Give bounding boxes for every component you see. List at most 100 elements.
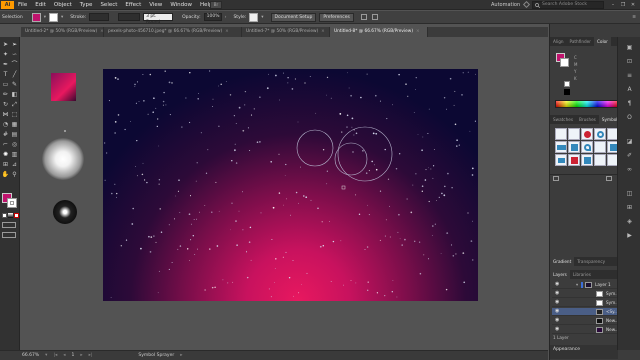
close-tab-icon[interactable]: ×	[225, 29, 229, 34]
type-tool-icon[interactable]: T	[1, 70, 10, 79]
symbol-tile[interactable]	[568, 141, 580, 153]
curvature-tool-icon[interactable]: ⌒	[10, 60, 19, 69]
close-tab-icon[interactable]: ×	[416, 29, 420, 34]
eye-icon[interactable]: ◉	[555, 300, 561, 305]
opacity-dropdown-icon[interactable]: ›	[225, 15, 227, 20]
gradient-tool-icon[interactable]: ▤	[10, 130, 19, 139]
symbol-tile[interactable]	[594, 128, 606, 140]
next-artboard-icon[interactable]: ▸	[80, 353, 82, 358]
prev-artboard-icon[interactable]: ◂	[63, 353, 65, 358]
fill-dropdown-icon[interactable]: ▾	[44, 15, 46, 20]
zoom-tool-icon[interactable]: ⚲	[10, 170, 19, 179]
menu-file[interactable]: File	[14, 0, 31, 10]
eye-icon[interactable]: ◉	[555, 282, 561, 287]
symbol-tile[interactable]	[555, 128, 567, 140]
appearance-panel-header[interactable]: Appearance	[550, 345, 618, 359]
paintbrush-tool-icon[interactable]: ✎	[10, 80, 19, 89]
eye-icon[interactable]: ◉	[555, 318, 561, 323]
expand-icon[interactable]: ▾	[576, 281, 578, 289]
artboard-number[interactable]: 1	[71, 353, 74, 358]
magic-wand-tool-icon[interactable]: ✦	[1, 50, 10, 59]
free-transform-tool-icon[interactable]: ⬚	[10, 110, 19, 119]
perspective-grid-tool-icon[interactable]: ▦	[10, 120, 19, 129]
pen-tool-icon[interactable]: ✒	[1, 60, 10, 69]
symbol-tile[interactable]	[555, 154, 567, 166]
artboards-icon[interactable]: ⊞	[625, 203, 634, 212]
symbol-tile[interactable]	[594, 154, 606, 166]
tab-transparency[interactable]: Transparency	[574, 257, 608, 266]
symbol-tile[interactable]	[594, 141, 606, 153]
symbol-tile[interactable]	[555, 141, 567, 153]
links-icon[interactable]: ∞	[625, 165, 634, 174]
image-trace-icon[interactable]: ◈	[625, 217, 634, 226]
tab-untitled-2[interactable]: Untitled-2* @ 50% (RGB/Preview) ×	[21, 27, 104, 37]
restore-icon[interactable]: ❐	[618, 0, 628, 10]
symbol-sprayer-tool-icon[interactable]: ✺	[1, 150, 10, 159]
stroke-label[interactable]: Stroke:	[70, 15, 86, 20]
symbol-tile[interactable]	[568, 154, 580, 166]
symbol-tile[interactable]	[581, 128, 593, 140]
opacity-label[interactable]: Opacity:	[182, 15, 201, 20]
transform-icon[interactable]: ⊡	[625, 57, 634, 66]
menu-edit[interactable]: Edit	[31, 0, 50, 10]
scale-tool-icon[interactable]: ⤢	[10, 100, 19, 109]
star-symbol-object[interactable]	[53, 200, 77, 224]
tab-pexels-photo[interactable]: pexels-photo-456710.jpeg* @ 66.67% (RGB/…	[104, 27, 242, 37]
line-tool-icon[interactable]: ╱	[10, 70, 19, 79]
gradient-swatch-object[interactable]	[51, 73, 76, 101]
shape-builder-tool-icon[interactable]: ◔	[1, 120, 10, 129]
eye-icon[interactable]: ◉	[555, 327, 561, 332]
blend-tool-icon[interactable]: ◎	[10, 140, 19, 149]
color-panel-stroke[interactable]	[560, 58, 569, 67]
current-tool-status[interactable]: Symbol Sprayer	[138, 353, 174, 358]
isolate-icon[interactable]	[371, 14, 378, 20]
graphic-styles-icon[interactable]: ◪	[625, 137, 634, 146]
eye-icon[interactable]: ◉	[555, 309, 561, 314]
small-dot-object[interactable]	[64, 130, 66, 132]
zoom-level[interactable]: 66.67%	[22, 353, 39, 358]
close-tab-icon[interactable]: ×	[321, 29, 325, 34]
hand-tool-icon[interactable]: ✋	[1, 170, 10, 179]
actions-icon[interactable]: ▶	[625, 231, 634, 240]
rotate-tool-icon[interactable]: ↻	[1, 100, 10, 109]
properties-icon[interactable]: ▣	[625, 43, 634, 52]
menu-window[interactable]: Window	[166, 0, 196, 10]
column-graph-tool-icon[interactable]: ▥	[10, 150, 19, 159]
preferences-button[interactable]: Preferences	[319, 12, 354, 22]
style-dropdown-icon[interactable]: ▾	[261, 15, 263, 20]
tab-color[interactable]: Color	[593, 37, 611, 46]
stroke-color-box[interactable]	[7, 198, 17, 208]
width-tool-icon[interactable]: ⋈	[1, 110, 10, 119]
variable-width-profile[interactable]	[118, 13, 141, 21]
assets-icon[interactable]: ◫	[625, 189, 634, 198]
tab-untitled-8[interactable]: Untitled-8* @ 66.67% (RGB/Preview) ×	[330, 27, 428, 37]
symbol-libraries-menu-icon[interactable]	[553, 176, 559, 181]
symbol-tile[interactable]	[581, 141, 593, 153]
stroke-weight-input[interactable]	[89, 13, 110, 21]
color-mode-icon[interactable]	[2, 213, 7, 218]
screen-mode-icon[interactable]	[2, 232, 16, 238]
zoom-dropdown-icon[interactable]: ▾	[45, 353, 47, 358]
tab-gradient[interactable]: Gradient	[550, 257, 575, 266]
direct-selection-tool-icon[interactable]: ➢	[10, 40, 19, 49]
rectangle-tool-icon[interactable]: ▭	[1, 80, 10, 89]
first-artboard-icon[interactable]: |◂	[53, 353, 57, 358]
new-symbol-icon[interactable]	[606, 176, 612, 181]
status-dropdown-icon[interactable]: ▸	[180, 353, 182, 358]
brushes-icon[interactable]: ✐	[625, 151, 634, 160]
last-artboard-icon[interactable]: ▸|	[89, 353, 93, 358]
selection-tool-icon[interactable]: ➤	[1, 40, 10, 49]
drawing-modes-icon[interactable]	[2, 222, 16, 228]
tab-brushes[interactable]: Brushes	[576, 115, 599, 124]
none-mode-icon[interactable]	[14, 213, 19, 218]
tab-swatches[interactable]: Swatches	[550, 115, 576, 124]
color-spectrum[interactable]	[555, 100, 619, 108]
graphic-style-swatch[interactable]	[249, 12, 259, 22]
panel-menu-icon[interactable]: ≡	[632, 15, 636, 20]
black-chip[interactable]	[564, 89, 570, 95]
document-setup-button[interactable]: Document Setup	[270, 12, 317, 22]
eye-icon[interactable]: ◉	[555, 291, 561, 296]
close-icon[interactable]: ✕	[628, 0, 638, 10]
stroke-swatch[interactable]	[49, 12, 59, 22]
menu-object[interactable]: Object	[50, 0, 76, 10]
